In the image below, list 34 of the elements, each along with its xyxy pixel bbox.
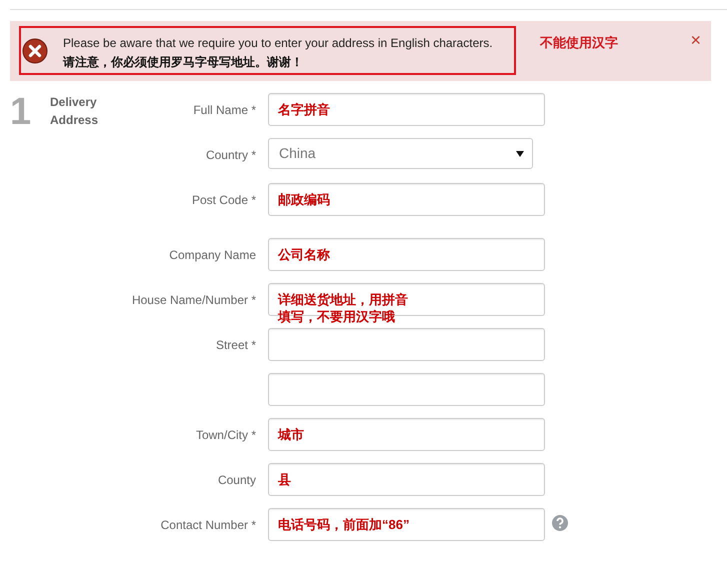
annotation-text: 县 (278, 471, 291, 488)
close-button[interactable]: × (690, 31, 701, 49)
annotation-text: 公司名称 (278, 246, 330, 263)
input-field[interactable] (268, 328, 545, 361)
annotation-text: 邮政编码 (278, 191, 330, 208)
input-field[interactable] (268, 508, 545, 541)
input-field[interactable] (268, 373, 545, 406)
annotation-text: 城市 (278, 426, 304, 443)
field-label: Full Name * (193, 103, 256, 117)
field-label: Post Code * (192, 193, 256, 207)
input-field[interactable] (268, 183, 545, 216)
field-label: Country * (206, 148, 256, 162)
field-label: Contact Number * (160, 518, 256, 532)
annotation-text: 详细送货地址，用拼音填写，不要用汉字哦 (278, 291, 409, 325)
step-number: 1 (10, 93, 32, 131)
input-field[interactable] (268, 93, 545, 126)
annotation-text: 名字拼音 (278, 101, 330, 118)
input-field[interactable] (268, 463, 545, 496)
error-icon (22, 38, 48, 64)
field-label: Street * (216, 338, 256, 352)
field-label: Town/City * (196, 428, 256, 442)
field-label: County (218, 473, 256, 487)
alert-message: 请注意，你必须使用罗马字母写地址。谢谢！ (63, 54, 303, 71)
alert-message: Please be aware that we require you to enter your address in English characters. (63, 35, 493, 52)
select-field[interactable]: China (268, 138, 533, 169)
annotation-text: 电话号码，前面加“86” (278, 516, 410, 533)
help-icon[interactable] (551, 514, 569, 532)
section-title: Delivery Address (50, 94, 100, 129)
caret-icon (516, 150, 524, 156)
input-field[interactable] (268, 238, 545, 271)
annotation-text: 不能使用汉字 (540, 34, 618, 52)
input-field[interactable] (268, 418, 545, 451)
field-label: House Name/Number * (132, 293, 256, 307)
field-label: Company Name (169, 248, 256, 262)
